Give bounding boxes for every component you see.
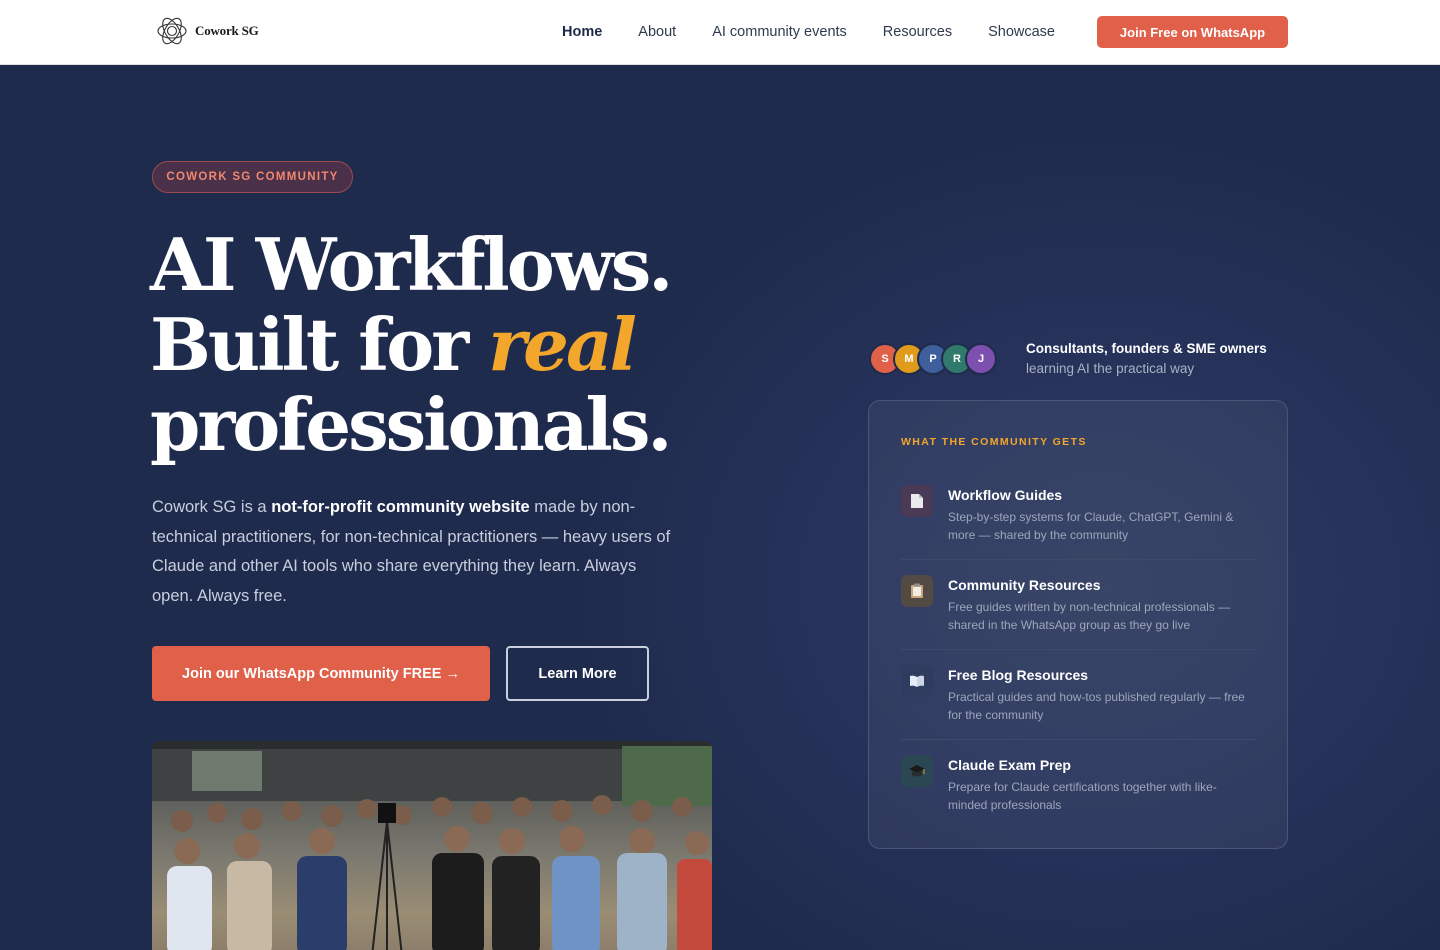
card-label: WHAT THE COMMUNITY GETS (901, 436, 1087, 448)
feature-title: Workflow Guides (948, 487, 1063, 503)
nav-ai-community-events[interactable]: AI community events (712, 24, 847, 40)
feature-desc: Step-by-step systems for Claude, ChatGPT… (948, 510, 1234, 542)
community-benefits-card: WHAT THE COMMUNITY GETS Workflow Guides … (868, 400, 1288, 849)
community-pill: COWORK SG COMMUNITY (152, 161, 353, 193)
lead-bold: not-for-profit community website (271, 498, 530, 516)
nav-resources[interactable]: Resources (883, 24, 952, 40)
hero-title-line2: Built for real (150, 305, 670, 385)
community-photo-illustration (152, 741, 712, 950)
graduation-cap-icon (901, 755, 933, 787)
document-icon (901, 485, 933, 517)
social-proof-text: Consultants, founders & SME owners learn… (1026, 341, 1267, 376)
nav-links: Home About AI community events Resources… (562, 0, 1091, 64)
social-proof-title: Consultants, founders & SME owners (1026, 341, 1267, 356)
social-proof-subtitle: learning AI the practical way (1026, 361, 1195, 376)
hero-lead: Cowork SG is a not-for-profit community … (152, 493, 682, 611)
logo-knot-icon (157, 17, 187, 45)
divider (901, 649, 1256, 650)
feature-desc: Prepare for Claude certifications togeth… (948, 780, 1217, 812)
member-avatars: S M P R J (869, 343, 997, 375)
community-photo (152, 741, 712, 950)
clipboard-icon (901, 575, 933, 607)
lead-pre: Cowork SG is a (152, 498, 272, 516)
feature-title: Free Blog Resources (948, 667, 1089, 683)
feature-title: Community Resources (948, 577, 1101, 593)
hero-section: COWORK SG COMMUNITY AI Workflows. Built … (0, 65, 1440, 950)
feature-claude-exam-prep: Claude Exam Prep Prepare for Claude cert… (901, 755, 1256, 845)
book-icon (901, 665, 933, 697)
hero-title-accent: real (488, 302, 637, 387)
hero-title-line3: professionals. (150, 382, 672, 467)
nav-about[interactable]: About (638, 24, 676, 40)
nav-showcase[interactable]: Showcase (988, 24, 1055, 40)
avatar: J (965, 343, 997, 375)
join-whatsapp-button[interactable]: Join Free on WhatsApp (1097, 16, 1288, 48)
divider (901, 739, 1256, 740)
feature-workflow-guides: Workflow Guides Step-by-step systems for… (901, 485, 1256, 575)
brand-logo[interactable]: Cowork SG (155, 14, 259, 48)
hero-title-line1: AI Workflows. (150, 222, 673, 307)
nav-home[interactable]: Home (562, 24, 602, 40)
hero-title: AI Workflows. Built for real professiona… (150, 222, 673, 467)
feature-community-resources: Community Resources Free guides written … (901, 575, 1256, 665)
divider (901, 559, 1256, 560)
feature-desc: Practical guides and how-tos published r… (948, 690, 1245, 722)
top-navbar: Cowork SG Home About AI community events… (0, 0, 1440, 65)
feature-free-blog-resources: Free Blog Resources Practical guides and… (901, 665, 1256, 755)
feature-desc: Free guides written by non-technical pro… (948, 600, 1231, 632)
feature-title: Claude Exam Prep (948, 757, 1071, 773)
hero-title-line2-pre: Built for (150, 302, 489, 387)
brand-name: Cowork SG (195, 23, 259, 38)
join-community-button[interactable]: Join our WhatsApp Community FREE → (152, 646, 490, 701)
learn-more-button[interactable]: Learn More (506, 646, 649, 701)
